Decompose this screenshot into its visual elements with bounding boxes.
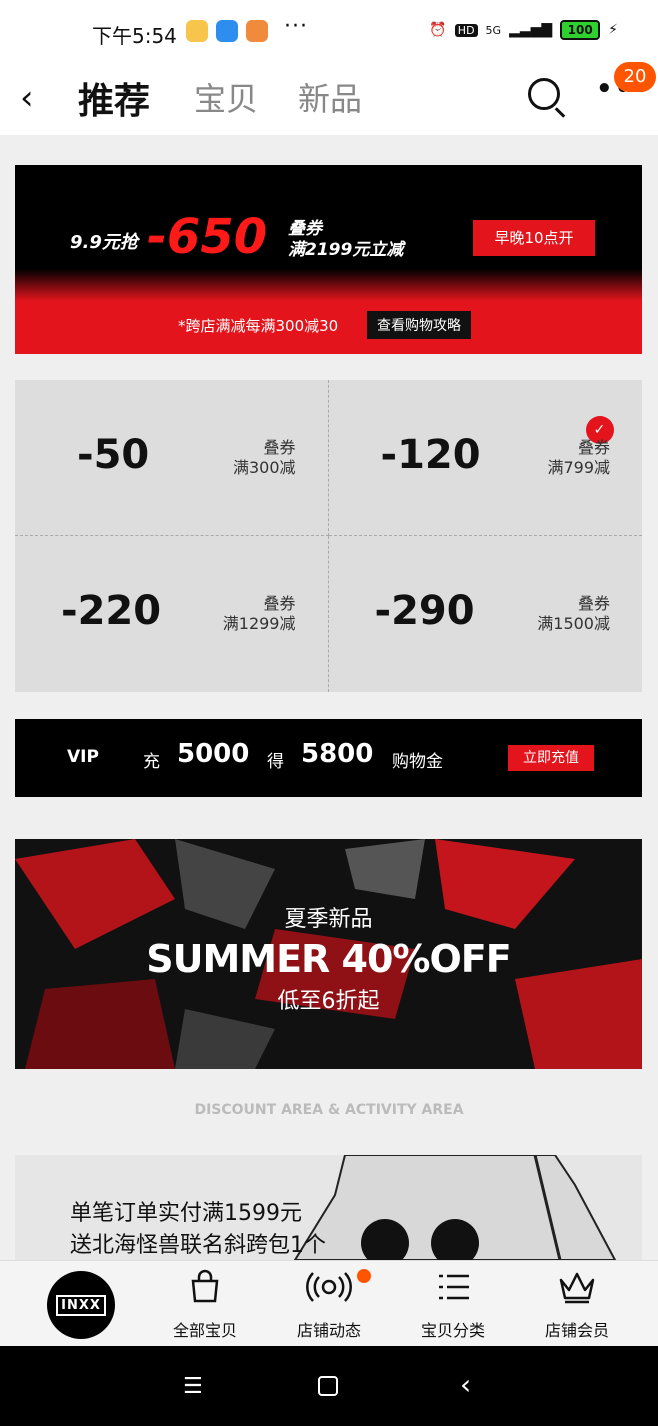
tab-label: 店铺会员 <box>544 1321 609 1340</box>
coupon-2[interactable]: ✓ -120 叠券 满799减 <box>328 380 642 536</box>
vip-suffix: 购物金 <box>392 752 443 772</box>
crown-icon <box>517 1267 637 1307</box>
coupon-line-2: 满300减 <box>232 458 296 477</box>
promo-line-1: 单笔订单实付满1599元 <box>70 1201 302 1226</box>
promo-banner[interactable]: 9.9元抢 -650 叠券 满2199元立减 早晚10点开 *跨店满减每满300… <box>15 165 642 354</box>
app-icon-yellow <box>186 20 208 42</box>
system-back-icon[interactable]: ‹ <box>460 1368 471 1401</box>
banner-amount: -650 <box>147 209 268 265</box>
system-nav-bar: ☰ ‹ <box>0 1346 658 1426</box>
tab-label: 店铺动态 <box>296 1321 361 1340</box>
banner-stack-line-2: 满2199元立减 <box>288 240 404 260</box>
shopping-bag-icon <box>145 1267 265 1307</box>
tab-label: 宝贝分类 <box>420 1321 485 1340</box>
status-more-dots: ··· <box>284 14 308 39</box>
banner-left-text: 9.9元抢 <box>70 232 138 253</box>
vip-recharge-button[interactable]: 立即充值 <box>508 745 594 771</box>
back-arrow-icon[interactable]: ‹ <box>20 78 34 118</box>
tab-label: 全部宝贝 <box>172 1321 237 1340</box>
search-icon[interactable] <box>528 78 560 110</box>
coupon-3[interactable]: -220 叠券 满1299减 <box>15 536 329 692</box>
coupon-condition: 叠券 满799减 <box>547 438 610 478</box>
charging-icon: ⚡ <box>608 22 618 38</box>
signal-icon: 5G <box>485 23 502 37</box>
app-icon-orange <box>246 20 268 42</box>
summer-banner[interactable]: 夏季新品 SUMMER 40%OFF 低至6折起 <box>15 839 642 1069</box>
vip-banner[interactable]: VIP 充 5000 得 5800 购物金 立即充值 <box>15 719 642 797</box>
banner-note: *跨店满减每满300减30 <box>178 317 339 335</box>
tab-items[interactable]: 宝贝 <box>194 74 258 120</box>
vip-charge-label: 充 <box>143 752 160 772</box>
alarm-icon: ⏰ <box>429 22 447 38</box>
status-bar: 下午5:54 ··· ⏰ HD 5G ▂▃▅▇ 100 ⚡ <box>0 0 658 60</box>
coupon-amount: -50 <box>77 432 150 478</box>
summer-title: 夏季新品 <box>284 907 373 932</box>
coupon-condition: 叠券 满300减 <box>233 438 296 478</box>
banner-stack-line-1: 叠券 <box>288 219 322 239</box>
feed-notification-dot <box>357 1269 371 1283</box>
coupon-line-1: 叠券 <box>577 438 610 457</box>
coupon-grid: -50 叠券 满300减 ✓ -120 叠券 满799减 -220 叠券 满1299减… <box>15 380 642 692</box>
coupon-line-2: 满799减 <box>547 458 610 477</box>
coupon-line-1: 叠券 <box>263 438 296 457</box>
list-icon <box>393 1267 513 1307</box>
broadcast-icon <box>269 1267 389 1307</box>
menu-icon[interactable]: ☰ <box>183 1374 203 1399</box>
battery-icon: 100 <box>560 20 601 40</box>
vip-label: VIP <box>67 747 99 767</box>
vip-get-amount: 5800 <box>301 739 374 769</box>
bottom-tab-bar: INXX 全部宝贝 店铺动态 宝贝分类 店铺会员 <box>0 1260 658 1346</box>
coupon-line-2: 满1500减 <box>537 614 610 633</box>
coupon-amount: -290 <box>374 588 475 634</box>
status-right: ⏰ HD 5G ▂▃▅▇ 100 ⚡ <box>429 20 618 40</box>
tab-all-items[interactable]: 全部宝贝 <box>145 1267 265 1341</box>
gift-promo-banner[interactable]: 单笔订单实付满1599元 送北海怪兽联名斜跨包1个 <box>15 1155 642 1260</box>
coupon-condition: 叠券 满1299减 <box>223 594 296 634</box>
coupon-1[interactable]: -50 叠券 满300减 <box>15 380 329 536</box>
top-nav: ‹ 推荐 宝贝 新品 ••• 20 <box>0 60 658 135</box>
tab-categories[interactable]: 宝贝分类 <box>393 1267 513 1341</box>
hd-icon: HD <box>454 23 478 37</box>
coupon-line-1: 叠券 <box>263 594 296 613</box>
summer-sub: 低至6折起 <box>277 989 380 1014</box>
banner-guide-link[interactable]: 查看购物攻略 <box>367 311 471 339</box>
coupon-condition: 叠券 满1500减 <box>537 594 610 634</box>
coupon-line-2: 满1299减 <box>222 614 296 633</box>
vip-get-label: 得 <box>267 752 284 772</box>
app-icon-blue <box>216 20 238 42</box>
coupon-line-1: 叠券 <box>577 594 610 613</box>
shop-logo[interactable]: INXX <box>47 1271 115 1339</box>
shop-content: 9.9元抢 -650 叠券 满2199元立减 早晚10点开 *跨店满减每满300… <box>0 135 658 1260</box>
tab-shop-feed[interactable]: 店铺动态 <box>269 1267 389 1341</box>
tab-new[interactable]: 新品 <box>298 74 362 120</box>
banner-time-button[interactable]: 早晚10点开 <box>473 220 595 256</box>
coupon-amount: -120 <box>380 432 481 478</box>
vip-charge-amount: 5000 <box>177 739 250 769</box>
tab-membership[interactable]: 店铺会员 <box>517 1267 637 1341</box>
tab-recommend[interactable]: 推荐 <box>78 72 150 124</box>
banner-stack: 叠券 满2199元立减 <box>288 219 403 261</box>
summer-headline: SUMMER 40%OFF <box>146 937 511 981</box>
promo-line-2: 送北海怪兽联名斜跨包1个 <box>70 1233 326 1258</box>
message-badge: 20 <box>614 62 656 92</box>
signal-bars-icon: ▂▃▅▇ <box>509 22 553 38</box>
shop-logo-text: INXX <box>56 1294 106 1316</box>
coupon-amount: -220 <box>61 588 162 634</box>
coupon-4[interactable]: -290 叠券 满1500减 <box>329 536 643 692</box>
home-icon[interactable] <box>318 1376 338 1396</box>
status-time: 下午5:54 <box>92 24 177 48</box>
section-divider-text: DISCOUNT AREA & ACTIVITY AREA <box>194 1102 464 1118</box>
